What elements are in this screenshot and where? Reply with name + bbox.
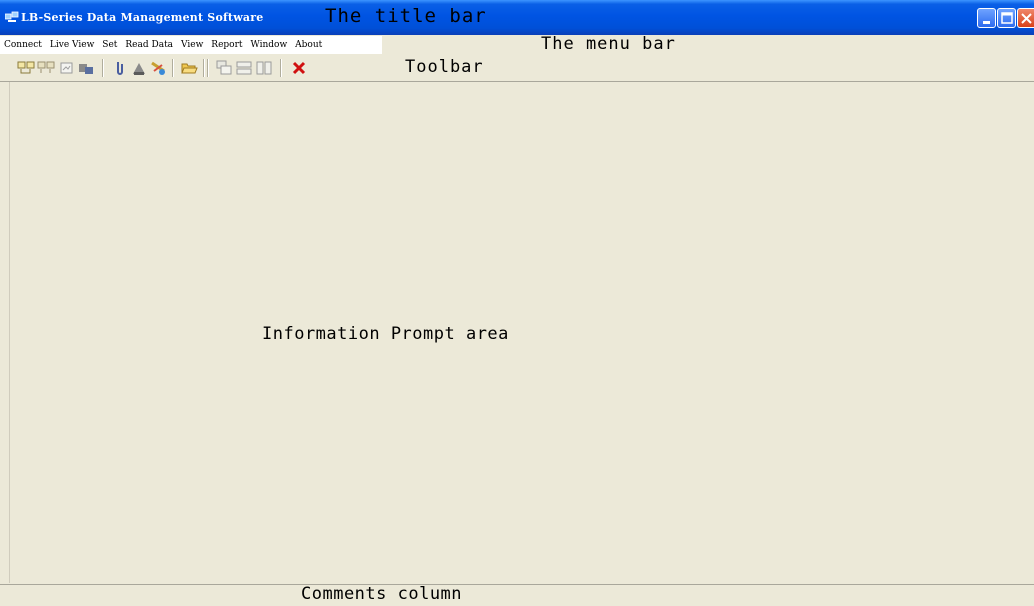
toolbar-separator (280, 59, 282, 77)
toolbar-annotation: Toolbar (405, 57, 484, 77)
tile-vertical-icon[interactable] (255, 59, 273, 77)
toolbar-separator (203, 59, 205, 77)
menu-view[interactable]: View (177, 40, 207, 50)
menu-window[interactable]: Window (247, 40, 292, 50)
maximize-icon (1001, 12, 1013, 24)
toolbar-separator (207, 59, 209, 77)
toolbar-separator (102, 59, 104, 77)
settings-icon[interactable] (77, 59, 95, 77)
title-bar-annotation: The title bar (325, 5, 487, 27)
minimize-button[interactable] (977, 8, 996, 28)
tile-horizontal-icon[interactable] (235, 59, 253, 77)
information-prompt-annotation: Information Prompt area (262, 324, 509, 344)
menu-strip: Connect Live View Set Read Data View Rep… (0, 36, 382, 54)
comments-column-annotation: Comments column (301, 584, 463, 604)
disconnect-icon[interactable] (37, 59, 55, 77)
menu-live-view[interactable]: Live View (46, 40, 98, 50)
connect-icon[interactable] (17, 59, 35, 77)
menu-set[interactable]: Set (98, 40, 121, 50)
upload-icon[interactable] (130, 59, 148, 77)
cascade-icon[interactable] (215, 59, 233, 77)
menu-bar-annotation: The menu bar (541, 34, 676, 54)
title-bar: LB-Series Data Management Software (0, 0, 1034, 35)
close-button[interactable] (1017, 8, 1034, 28)
attach-icon[interactable] (111, 59, 129, 77)
menu-bar: Connect Live View Set Read Data View Rep… (0, 35, 1034, 55)
exit-icon[interactable] (290, 59, 308, 77)
open-folder-icon[interactable] (180, 59, 198, 77)
comments-column (0, 584, 1034, 606)
information-prompt-area (9, 82, 1034, 583)
menu-report[interactable]: Report (207, 40, 246, 50)
clear-icon[interactable] (149, 59, 167, 77)
live-view-icon[interactable] (58, 59, 76, 77)
toolbar (0, 55, 1034, 82)
app-icon (5, 11, 19, 22)
minimize-icon (983, 21, 990, 24)
menu-about[interactable]: About (291, 40, 326, 50)
close-icon (1021, 13, 1032, 24)
maximize-button[interactable] (997, 8, 1016, 28)
menu-read-data[interactable]: Read Data (121, 40, 177, 50)
toolbar-separator (172, 59, 174, 77)
menu-connect[interactable]: Connect (0, 40, 46, 50)
window-title: LB-Series Data Management Software (21, 11, 264, 24)
